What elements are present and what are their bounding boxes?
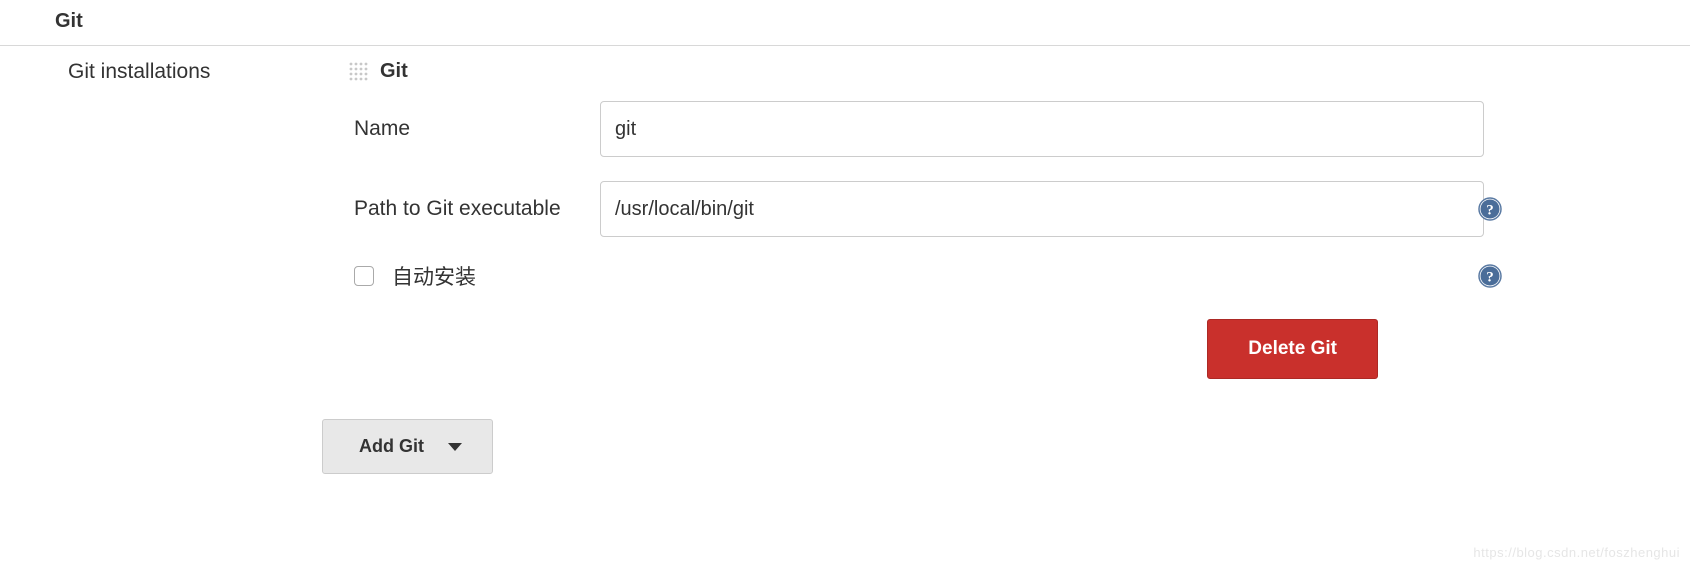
help-icon[interactable]: ?	[1478, 264, 1502, 288]
add-git-label: Add Git	[359, 436, 424, 457]
delete-row: Delete Git	[340, 319, 1540, 379]
auto-install-label: 自动安装	[392, 261, 476, 291]
auto-install-checkbox[interactable]	[354, 266, 374, 286]
name-input[interactable]	[600, 101, 1484, 157]
add-git-button[interactable]: Add Git	[322, 419, 493, 474]
auto-install-row: 自动安装 ?	[354, 261, 1540, 291]
installations-label: Git installations	[0, 60, 340, 84]
caret-down-icon	[448, 443, 462, 451]
tool-title: Git	[380, 60, 408, 83]
path-row: Path to Git executable ?	[354, 181, 1540, 237]
content-row: Git installations Git Name	[0, 60, 1690, 474]
svg-text:?: ?	[1486, 203, 1494, 219]
watermark: https://blog.csdn.net/foszhenghui	[1473, 545, 1680, 560]
section-title: Git	[0, 10, 1690, 46]
path-label: Path to Git executable	[354, 197, 600, 221]
drag-handle-icon[interactable]	[348, 61, 370, 83]
path-input[interactable]	[600, 181, 1484, 237]
name-label: Name	[354, 117, 600, 141]
tool-config-block: Git Name Path to Git executable ?	[340, 60, 1690, 474]
tool-header: Git	[348, 60, 1540, 83]
help-icon[interactable]: ?	[1478, 197, 1502, 221]
delete-git-button[interactable]: Delete Git	[1207, 319, 1378, 379]
svg-text:?: ?	[1486, 270, 1494, 286]
name-row: Name	[354, 101, 1540, 157]
